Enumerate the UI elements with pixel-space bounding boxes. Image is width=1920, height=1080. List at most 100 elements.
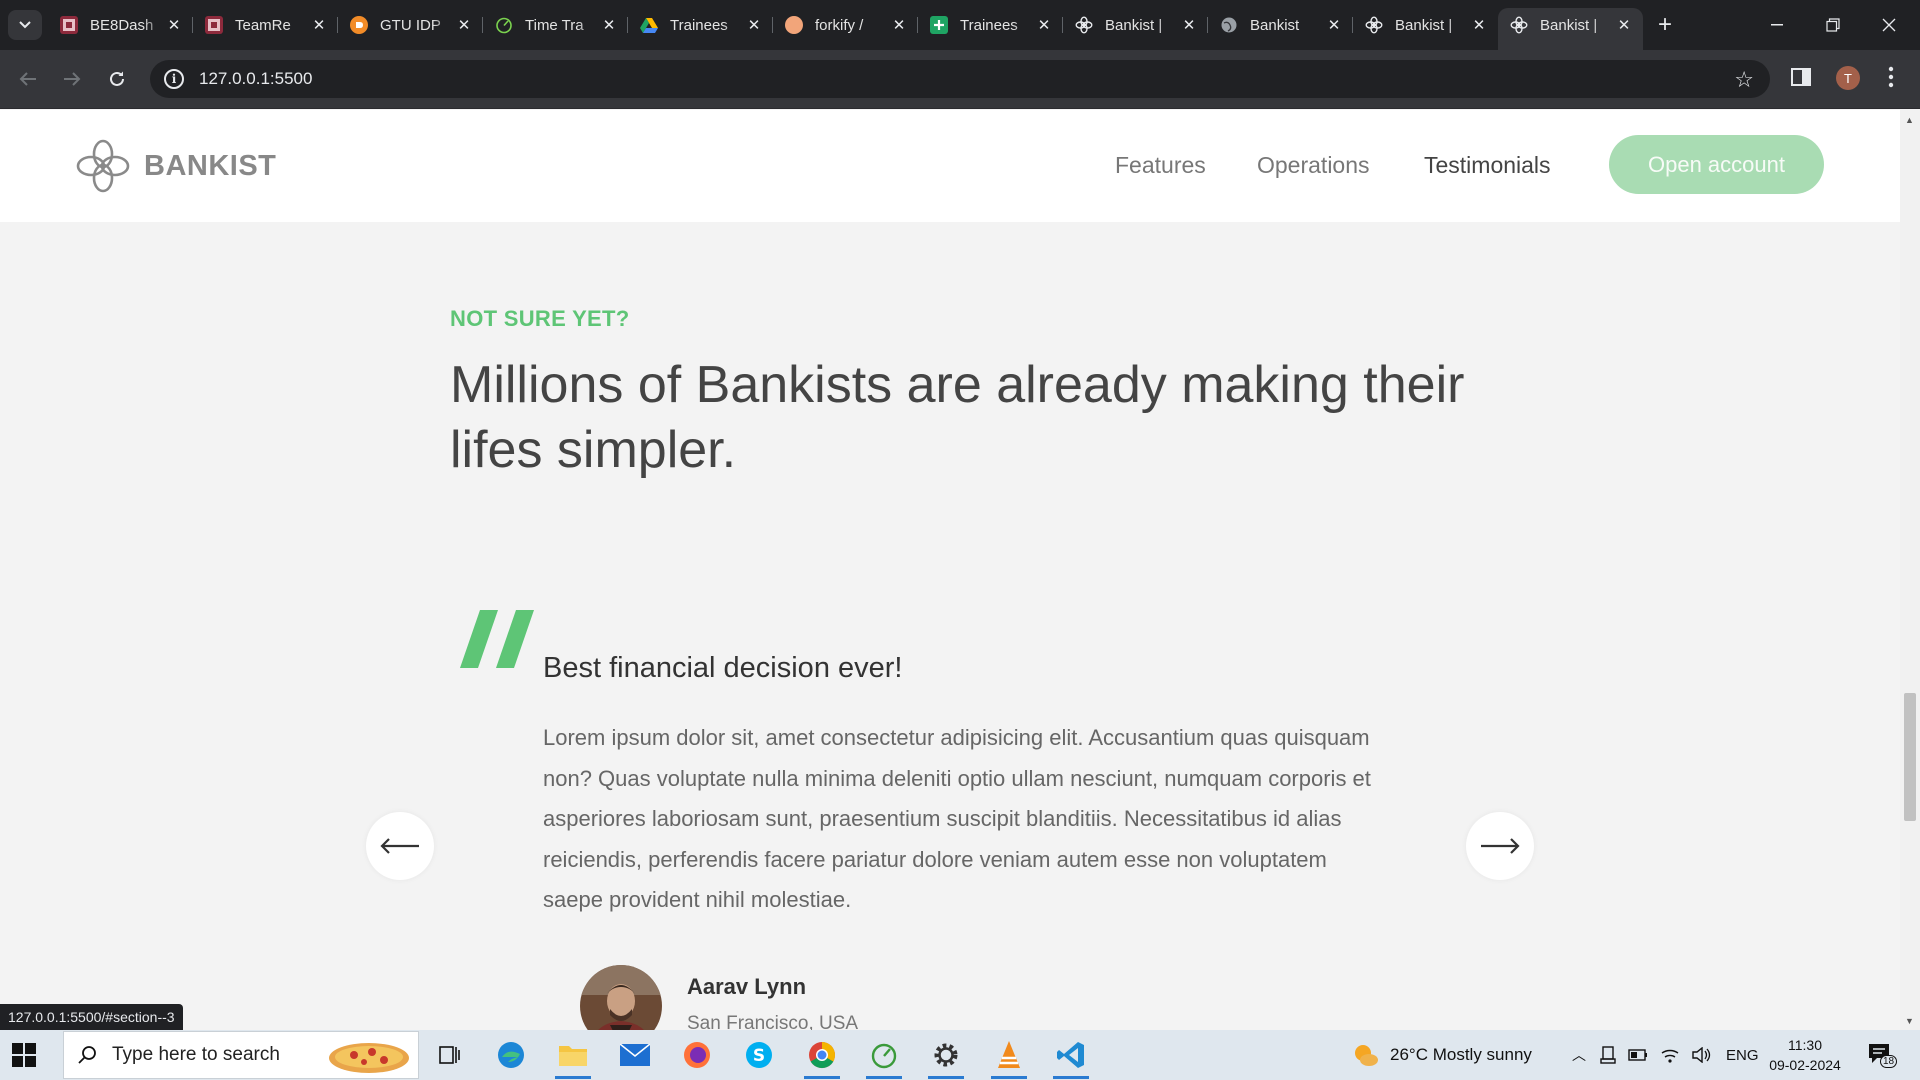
tab-close-icon[interactable]: ✕ <box>890 16 908 34</box>
tab-close-icon[interactable]: ✕ <box>455 16 473 34</box>
app-icon <box>205 16 223 34</box>
slider-next-button[interactable] <box>1466 812 1534 880</box>
notification-center-button[interactable]: 18 <box>1868 1043 1898 1072</box>
svg-text:S: S <box>753 1046 765 1066</box>
tab-close-icon[interactable]: ✕ <box>600 16 618 34</box>
taskbar-edge[interactable] <box>487 1035 535 1075</box>
browser-tab-title: Trainees <box>960 16 1018 34</box>
browser-tab[interactable]: Trainees ✕ <box>918 8 1063 42</box>
app-icon <box>60 16 78 34</box>
weather-text: 26°C Mostly sunny <box>1390 1045 1532 1064</box>
restore-button[interactable] <box>1810 8 1856 42</box>
reload-button[interactable] <box>102 64 132 94</box>
vscode-icon <box>1057 1042 1084 1068</box>
quote-mark-icon <box>460 610 534 668</box>
taskbar-vlc[interactable] <box>985 1035 1033 1079</box>
circle-icon <box>350 16 368 34</box>
taskbar-skype[interactable]: S <box>735 1035 783 1075</box>
new-tab-button[interactable]: + <box>1652 11 1678 38</box>
scrollbar-thumb[interactable] <box>1904 693 1916 821</box>
taskbar-clock[interactable]: 11:30 09-02-2024 <box>1760 1035 1850 1075</box>
wifi-icon[interactable] <box>1660 1047 1680 1063</box>
minimize-button[interactable] <box>1754 8 1800 42</box>
browser-tab[interactable]: GTU IDP ✕ <box>338 8 483 42</box>
nav-link-operations[interactable]: Operations <box>1257 152 1370 179</box>
tab-close-icon[interactable]: ✕ <box>1035 16 1053 34</box>
logo-text: BANKIST <box>144 149 277 182</box>
open-account-button[interactable]: Open account <box>1609 135 1824 194</box>
clock-date: 09-02-2024 <box>1769 1057 1841 1073</box>
pizza-icon <box>329 1043 409 1073</box>
bookmark-star-icon[interactable]: ☆ <box>1734 67 1754 93</box>
browser-tab[interactable]: Bankist | ✕ <box>1498 8 1643 50</box>
globe-icon <box>1220 16 1238 34</box>
volume-icon[interactable] <box>1692 1047 1712 1063</box>
browser-tab[interactable]: BE8Dash ✕ <box>48 8 193 42</box>
browser-tab-title: Trainees <box>670 16 728 34</box>
notification-count: 18 <box>1880 1055 1898 1068</box>
nav-link-testimonials[interactable]: Testimonials <box>1424 152 1551 179</box>
arrow-right-icon <box>64 72 81 86</box>
start-button[interactable] <box>12 1043 36 1072</box>
site-info-icon[interactable]: i <box>164 69 184 89</box>
browser-tab[interactable]: Bankist | ✕ <box>1063 8 1208 42</box>
slider-prev-button[interactable] <box>366 812 434 880</box>
task-view-button[interactable] <box>426 1035 474 1075</box>
taskbar-vscode[interactable] <box>1047 1035 1095 1079</box>
tab-search-button[interactable] <box>8 10 42 40</box>
task-view-icon <box>439 1046 460 1064</box>
active-app-indicator <box>991 1076 1027 1079</box>
tab-close-icon[interactable]: ✕ <box>165 16 183 34</box>
browser-tab[interactable]: forkify / ✕ <box>773 8 918 42</box>
web-page: BANKIST Features Operations Testimonials… <box>0 110 1900 1030</box>
language-indicator[interactable]: ENG <box>1726 1047 1759 1064</box>
author-location: San Francisco, USA <box>687 1013 859 1030</box>
tab-close-icon[interactable]: ✕ <box>1325 16 1343 34</box>
back-button[interactable] <box>13 64 43 94</box>
browser-toolbar: i 127.0.0.1:5500 ☆ T <box>0 50 1920 109</box>
browser-tab[interactable]: Bankist ✕ <box>1208 8 1353 42</box>
side-panel-button[interactable] <box>1791 68 1811 86</box>
taskbar-file-explorer[interactable] <box>549 1035 597 1079</box>
bankist-logo[interactable]: BANKIST <box>74 137 276 195</box>
active-app-indicator <box>866 1076 902 1079</box>
forward-button[interactable] <box>57 64 87 94</box>
scroll-up-icon[interactable]: ▲ <box>1905 115 1914 125</box>
browser-tab-title: Time Tra <box>525 16 584 34</box>
battery-icon[interactable] <box>1628 1048 1648 1062</box>
close-window-button[interactable] <box>1866 8 1912 42</box>
taskbar-search-box[interactable]: Type here to search <box>63 1031 419 1079</box>
active-app-indicator <box>555 1076 591 1079</box>
browser-tab[interactable]: Bankist | ✕ <box>1353 8 1498 42</box>
taskbar-chrome[interactable] <box>798 1035 846 1079</box>
taskbar-settings[interactable] <box>922 1035 970 1079</box>
taskbar-firefox[interactable] <box>673 1035 721 1075</box>
browser-tab-title: Bankist | <box>1105 16 1163 34</box>
scroll-down-icon[interactable]: ▼ <box>1905 1016 1914 1026</box>
author-name: Aarav Lynn <box>687 974 807 999</box>
profile-avatar[interactable]: T <box>1836 66 1860 90</box>
page-scrollbar[interactable]: ▲ ▼ <box>1900 110 1920 1030</box>
tab-close-icon[interactable]: ✕ <box>310 16 328 34</box>
nav-link-features[interactable]: Features <box>1115 152 1206 179</box>
address-bar[interactable]: i 127.0.0.1:5500 ☆ <box>150 60 1770 98</box>
device-icon[interactable] <box>1600 1046 1616 1064</box>
arrow-right-icon <box>1481 838 1520 854</box>
taskbar-mail[interactable] <box>611 1035 659 1075</box>
weather-widget[interactable]: 26°C Mostly sunny <box>1352 1030 1532 1080</box>
browser-tab-title: TeamRe <box>235 16 291 34</box>
tab-close-icon[interactable]: ✕ <box>1615 16 1633 34</box>
clock-time: 11:30 <box>1788 1037 1822 1053</box>
browser-tab[interactable]: TeamRe ✕ <box>193 8 338 42</box>
show-hidden-icons-icon[interactable]: ︿ <box>1572 1045 1586 1065</box>
tab-close-icon[interactable]: ✕ <box>745 16 763 34</box>
browser-tab[interactable]: Time Tra ✕ <box>483 8 628 42</box>
address-url[interactable]: 127.0.0.1:5500 <box>199 69 312 89</box>
browser-tab[interactable]: Trainees ✕ <box>628 8 773 42</box>
tab-close-icon[interactable]: ✕ <box>1180 16 1198 34</box>
active-app-indicator <box>928 1076 964 1079</box>
taskbar-time-tracker[interactable] <box>860 1035 908 1079</box>
tab-close-icon[interactable]: ✕ <box>1470 16 1488 34</box>
browser-menu-button[interactable] <box>1888 66 1894 88</box>
section-title: Millions of Bankists are already making … <box>450 356 1465 479</box>
